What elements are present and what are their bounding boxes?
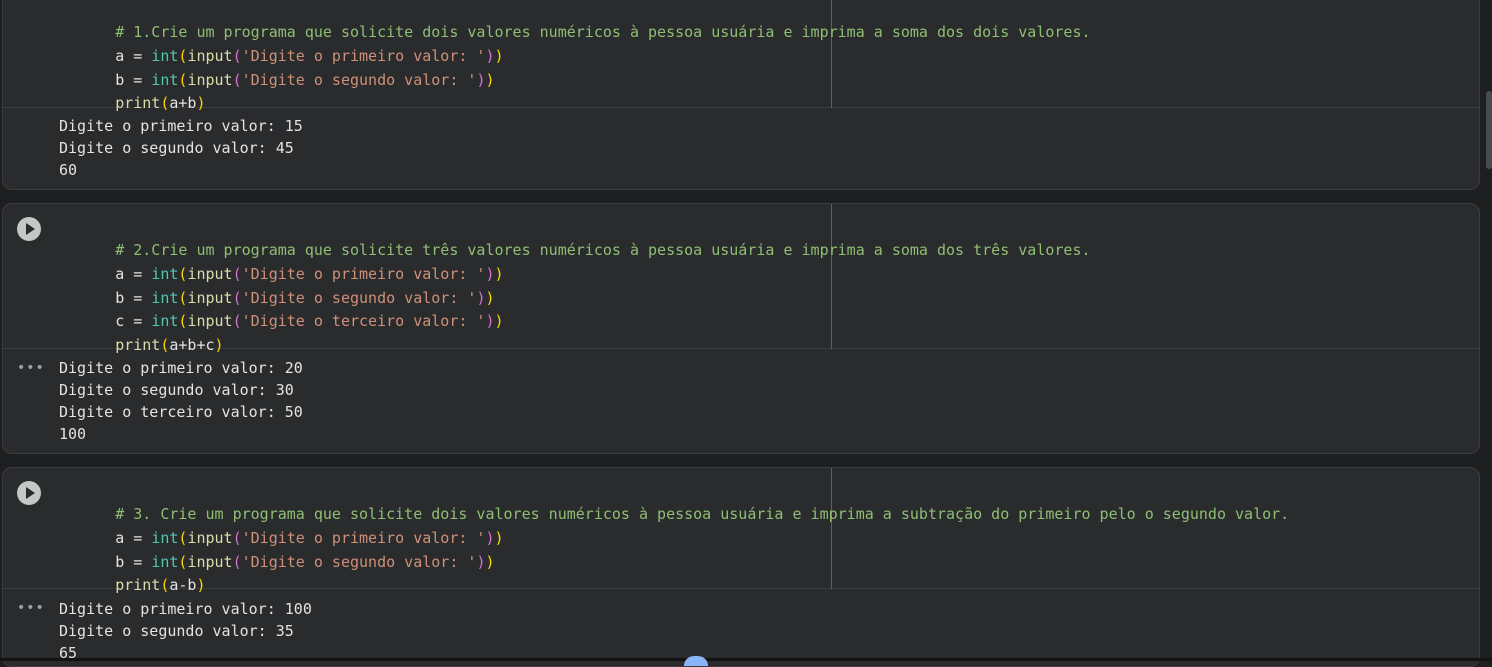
code-line-print: print(a+b) [115, 94, 206, 112]
play-icon [26, 487, 35, 499]
vertical-scrollbar[interactable] [1486, 91, 1492, 169]
code-editor[interactable]: # 2.Crie um programa que solicite três v… [3, 204, 1479, 354]
code-line-assign-a: a = int(input('Digite o primeiro valor: … [115, 529, 504, 547]
cell-output: Digite o primeiro valor: 15 Digite o seg… [3, 108, 1479, 189]
output-line: 100 [59, 425, 87, 443]
play-icon [26, 223, 35, 235]
code-line-assign-b: b = int(input('Digite o segundo valor: '… [115, 71, 495, 89]
code-cell-3[interactable]: # 3. Crie um programa que solicite dois … [2, 467, 1480, 667]
code-editor[interactable]: # 3. Crie um programa que solicite dois … [3, 468, 1479, 594]
output-line: Digite o primeiro valor: 20 [59, 359, 303, 377]
output-actions-button[interactable]: ••• [17, 361, 44, 379]
code-line-comment: # 3. Crie um programa que solicite dois … [115, 505, 1290, 523]
code-cell-1[interactable]: # 1.Crie um programa que solicite dois v… [2, 0, 1480, 190]
output-line: Digite o primeiro valor: 15 [59, 117, 303, 135]
cell-output: ••• Digite o primeiro valor: 100 Digite … [3, 589, 1479, 666]
code-line-assign-b: b = int(input('Digite o segundo valor: '… [115, 289, 495, 307]
output-line: Digite o primeiro valor: 100 [59, 600, 312, 618]
output-actions-button[interactable]: ••• [17, 601, 44, 619]
output-line: Digite o segundo valor: 30 [59, 381, 294, 399]
code-line-assign-a: a = int(input('Digite o primeiro valor: … [115, 47, 504, 65]
more-horiz-icon: ••• [17, 600, 45, 616]
status-indicator[interactable] [684, 656, 708, 666]
code-line-assign-b: b = int(input('Digite o segundo valor: '… [115, 553, 495, 571]
code-cell-2[interactable]: # 2.Crie um programa que solicite três v… [2, 203, 1480, 454]
more-horiz-icon: ••• [17, 360, 45, 376]
output-line: 60 [59, 161, 78, 179]
code-line-assign-c: c = int(input('Digite o terceiro valor: … [115, 312, 504, 330]
cell-output: ••• Digite o primeiro valor: 20 Digite o… [3, 349, 1479, 453]
run-cell-button[interactable] [17, 217, 41, 241]
code-line-assign-a: a = int(input('Digite o primeiro valor: … [115, 265, 504, 283]
output-line: Digite o segundo valor: 45 [59, 139, 294, 157]
code-line-comment: # 2.Crie um programa que solicite três v… [115, 241, 1091, 259]
output-line: Digite o terceiro valor: 50 [59, 403, 303, 421]
code-line-print: print(a-b) [115, 576, 206, 594]
code-editor[interactable]: # 1.Crie um programa que solicite dois v… [3, 0, 1479, 112]
code-line-print: print(a+b+c) [115, 336, 224, 354]
output-line: Digite o segundo valor: 35 [59, 622, 294, 640]
run-cell-button[interactable] [17, 481, 41, 505]
code-line-comment: # 1.Crie um programa que solicite dois v… [115, 23, 1091, 41]
